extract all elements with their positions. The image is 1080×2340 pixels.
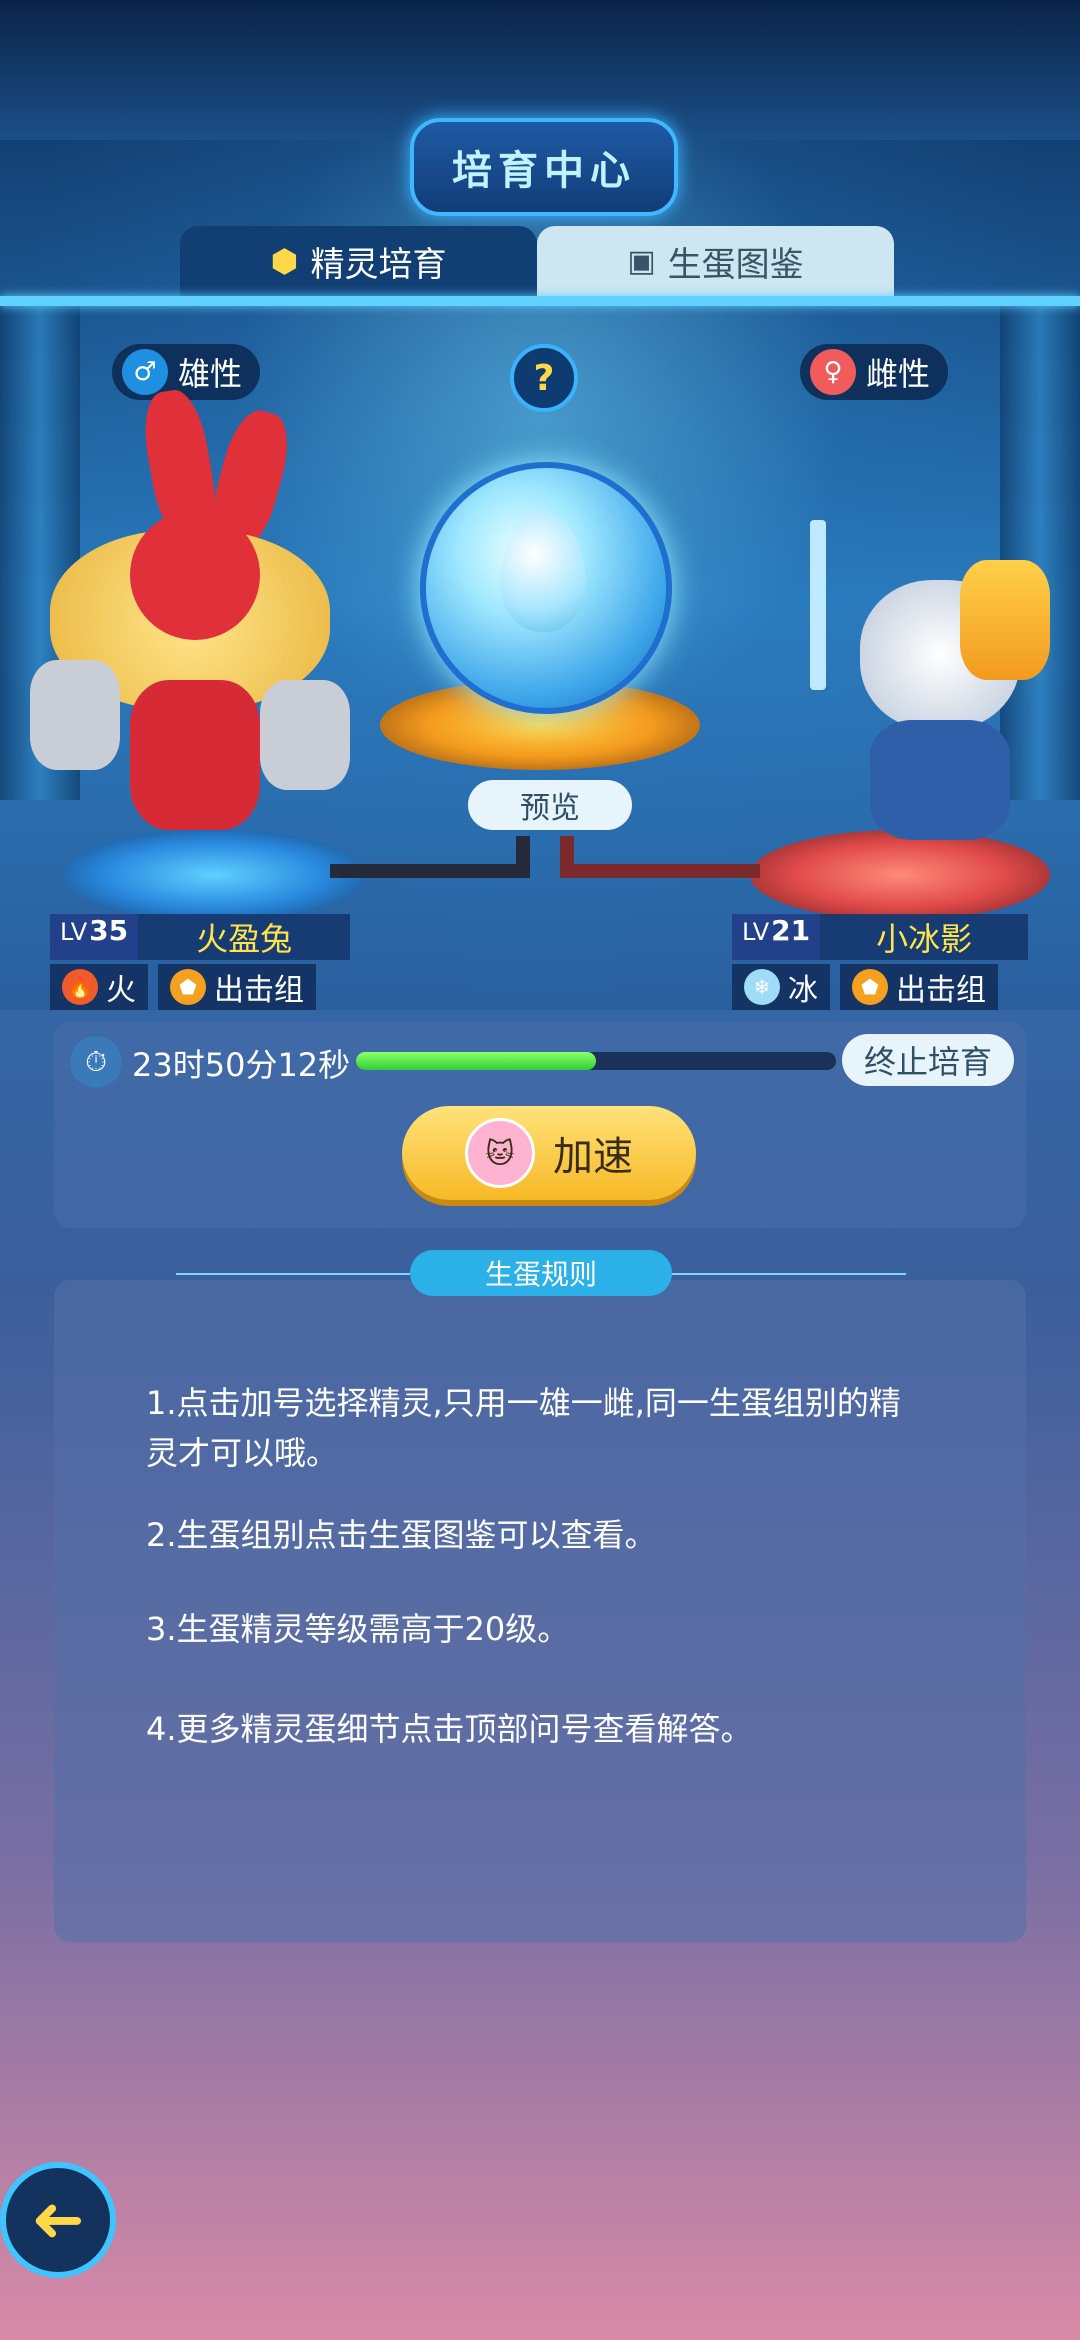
snowflake-icon: ❄ xyxy=(744,969,780,1005)
cape-icon xyxy=(960,560,1050,680)
speed-up-button[interactable]: 🐱 加速 xyxy=(402,1106,696,1200)
speed-up-label: 加速 xyxy=(553,1134,633,1180)
pet-name: 小冰影 xyxy=(820,914,1029,960)
book-icon: ▣ xyxy=(627,243,656,279)
shield-icon: ⬟ xyxy=(852,969,888,1005)
element-tag: 🔥 火 xyxy=(50,964,148,1010)
fire-rabbit-character[interactable] xyxy=(30,380,350,860)
tab-egg-catalog[interactable]: ▣ 生蛋图鉴 xyxy=(537,226,894,296)
shield-icon: ⬟ xyxy=(170,969,206,1005)
tab-bar: ⬢ 精灵培育 ▣ 生蛋图鉴 xyxy=(180,226,894,296)
element-label: 火 xyxy=(106,973,136,1008)
level-prefix: LV xyxy=(60,918,88,946)
rule-item: 1.点击加号选择精灵,只用一雄一雌,同一生蛋组别的精灵才可以哦。 xyxy=(146,1384,901,1472)
remaining-time: 23时50分12秒 xyxy=(132,1046,351,1084)
element-label: 冰 xyxy=(788,973,818,1008)
left-link-line xyxy=(330,864,530,878)
tab-pet-breeding[interactable]: ⬢ 精灵培育 xyxy=(180,226,537,296)
level-badge: LV 21 xyxy=(732,914,821,960)
rabbit-body-icon xyxy=(130,680,260,830)
progress-bar xyxy=(356,1052,836,1070)
left-pet-info: LV 35 火盈兔 xyxy=(50,914,351,960)
rules-divider-left xyxy=(176,1273,410,1275)
ice-shadow-character[interactable] xyxy=(780,520,1050,860)
female-icon: ♀ xyxy=(810,349,856,395)
hexagon-icon: ⬢ xyxy=(270,242,299,280)
left-pet-tags: 🔥 火 ⬟ 出击组 xyxy=(50,964,316,1010)
knight-body-icon xyxy=(870,720,1010,840)
back-button[interactable]: ➜ xyxy=(0,2162,116,2278)
sword-icon xyxy=(810,520,826,690)
stopwatch-icon: ⏱ xyxy=(70,1036,122,1088)
female-label: 雌性 xyxy=(866,355,931,393)
level-prefix: LV xyxy=(742,918,770,946)
progress-fill xyxy=(356,1052,596,1070)
element-tag: ❄ 冰 xyxy=(732,964,830,1010)
female-badge: ♀ 雌性 xyxy=(800,344,949,400)
right-pet-tags: ❄ 冰 ⬟ 出击组 xyxy=(732,964,998,1010)
gauntlet-icon xyxy=(30,660,120,770)
pet-avatar-icon: 🐱 xyxy=(465,1118,535,1188)
level-badge: LV 35 xyxy=(50,914,139,960)
preview-button[interactable]: 预览 xyxy=(468,780,632,830)
right-pet-info: LV 21 小冰影 xyxy=(732,914,1029,960)
stop-breeding-button[interactable]: 终止培育 xyxy=(842,1034,1014,1086)
rule-item: 2.生蛋组别点击生蛋图鉴可以查看。 xyxy=(146,1516,657,1554)
back-arrow-icon: ➜ xyxy=(31,2183,85,2257)
pet-name: 火盈兔 xyxy=(138,914,351,960)
tab-label: 生蛋图鉴 xyxy=(667,244,804,285)
rule-item: 4.更多精灵蛋细节点击顶部问号查看解答。 xyxy=(146,1710,753,1748)
tab-label: 精灵培育 xyxy=(310,244,447,285)
rabbit-head-icon xyxy=(130,510,260,640)
right-link-line-vertical xyxy=(560,836,574,878)
group-tag: ⬟ 出击组 xyxy=(158,964,316,1010)
left-link-line-vertical xyxy=(516,836,530,878)
level-value: 21 xyxy=(771,914,811,947)
level-value: 35 xyxy=(89,914,129,947)
rules-divider-right xyxy=(672,1273,906,1275)
fire-icon: 🔥 xyxy=(62,969,98,1005)
group-tag: ⬟ 出击组 xyxy=(840,964,998,1010)
group-label: 出击组 xyxy=(214,973,304,1008)
gauntlet-icon xyxy=(260,680,350,790)
tab-divider xyxy=(0,296,1080,306)
right-link-line xyxy=(560,864,760,878)
rule-item: 3.生蛋精灵等级需高于20级。 xyxy=(146,1610,570,1648)
page-title: 培育中心 xyxy=(410,118,678,216)
rules-title: 生蛋规则 xyxy=(410,1250,672,1296)
group-label: 出击组 xyxy=(896,973,986,1008)
help-button[interactable]: ? xyxy=(510,344,578,412)
